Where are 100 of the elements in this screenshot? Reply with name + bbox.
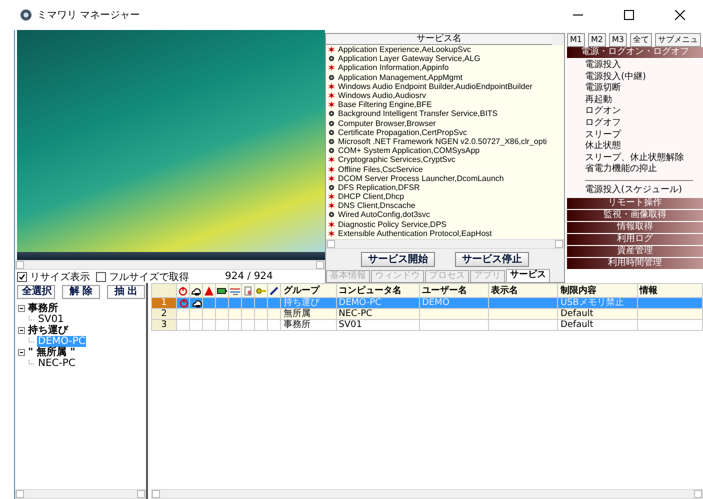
checkbox-label[interactable]: リサイズ表示 <box>30 270 90 284</box>
scroll-left-button[interactable] <box>16 490 24 498</box>
expander-icon[interactable] <box>18 327 25 334</box>
column-header[interactable]: 表示名 <box>488 284 558 298</box>
menu-section-header[interactable]: 電源・ログオン・ログオフ <box>567 47 703 59</box>
scroll-right-button[interactable] <box>137 490 145 498</box>
power-icon <box>178 286 188 296</box>
service-item[interactable]: Cryptographic Services,CryptSvc <box>338 155 456 164</box>
menu-section-header[interactable]: 資産管理 <box>567 246 703 258</box>
service-item[interactable]: Diagnostic Policy Service,DPS <box>338 220 446 229</box>
horizontal-scrollbar[interactable] <box>15 260 325 270</box>
tree-button[interactable]: 抽 出 <box>107 285 145 299</box>
service-item[interactable]: DFS Replication,DFSR <box>338 182 420 192</box>
horizontal-scrollbar[interactable] <box>326 239 564 249</box>
service-button[interactable]: サービス停止 <box>455 252 529 267</box>
column-header[interactable]: コンピュータ名 <box>336 284 420 298</box>
column-header[interactable]: 情報 <box>637 284 702 298</box>
tree-button[interactable]: 全選択 <box>17 285 55 299</box>
menu-item[interactable]: 省電力機能の抑止 <box>585 164 703 176</box>
menu-section-header[interactable]: リモート操作 <box>567 198 703 210</box>
column-header[interactable]: グループ <box>280 284 336 298</box>
menu-button[interactable]: 全て <box>630 33 652 47</box>
service-item[interactable]: Microsoft .NET Framework NGEN v2.0.50727_X86,clr_opti <box>338 136 547 146</box>
service-item[interactable]: Application Information,Appinfo <box>338 63 449 72</box>
menu-button[interactable]: サブメニュ <box>655 33 701 47</box>
tree-button[interactable]: 解 除 <box>62 285 100 299</box>
service-item[interactable]: Computer Browser,Browser <box>338 118 436 128</box>
menu-section-header[interactable]: 監視・画像取得 <box>567 210 703 222</box>
service-item[interactable]: Application Experience,AeLookupSvc <box>338 45 471 54</box>
table-row[interactable]: 3 事務所 SV01 Default <box>152 320 702 330</box>
menu-section-header[interactable]: 利用時間管理 <box>567 258 703 270</box>
column-header[interactable]: サービス名 <box>326 34 552 45</box>
service-item[interactable]: DNS Client,Dnscache <box>338 201 416 210</box>
column-header[interactable]: 制限内容 <box>558 284 638 298</box>
scroll-left-button[interactable] <box>152 490 160 498</box>
menu-item[interactable]: 電源切断 <box>585 83 703 95</box>
service-item[interactable]: Extensible Authentication Protocol,EapHost <box>338 228 492 238</box>
menu-section-header[interactable]: 情報取得 <box>567 222 703 234</box>
scroll-left-button[interactable] <box>16 261 24 269</box>
service-item[interactable]: Certificate Propagation,CertPropSvc <box>338 128 467 137</box>
key-icon <box>256 286 266 296</box>
cloud-icon <box>191 286 202 296</box>
service-item[interactable]: Base Filtering Engine,BFE <box>338 100 432 110</box>
menu-item[interactable]: スリープ、休止状態解除 <box>585 152 703 164</box>
table-cell: USBメモリ禁止 <box>558 298 638 308</box>
tree-item[interactable]: " 無所属 " <box>27 347 76 358</box>
tree-item[interactable]: 事務所 <box>27 303 59 314</box>
table-cell: NEC-PC <box>336 308 420 320</box>
service-item[interactable]: Application Layer Gateway Service,ALG <box>338 54 480 64</box>
checkbox[interactable] <box>96 272 106 282</box>
menu-button[interactable]: M2 <box>588 33 606 47</box>
service-button[interactable]: サービス開始 <box>361 252 435 267</box>
battery-icon <box>217 286 228 296</box>
service-item[interactable]: COM+ System Application,COMSysApp <box>338 146 480 156</box>
document-icon <box>243 286 254 296</box>
scroll-right-button[interactable] <box>555 240 563 248</box>
table-cell: SV01 <box>336 320 420 330</box>
expander-icon[interactable] <box>18 305 25 312</box>
power-icon <box>179 298 190 308</box>
service-item[interactable]: DCOM Server Process Launcher,DcomLaunch <box>338 174 504 183</box>
menu-item[interactable]: ログオン <box>585 106 703 118</box>
maximize-icon <box>624 10 634 20</box>
tree-line-icon <box>28 316 35 323</box>
scroll-right-button[interactable] <box>694 490 702 498</box>
scroll-right-button[interactable] <box>316 261 324 269</box>
menu-item[interactable]: 電源投入(スケジュール) <box>585 184 703 197</box>
menu-item[interactable]: 再起動 <box>585 94 703 106</box>
row-number: 2 <box>152 308 177 320</box>
menu-item[interactable]: 電源投入 <box>585 60 703 72</box>
service-item[interactable]: Application Management,AppMgmt <box>338 72 463 82</box>
checkbox[interactable] <box>17 272 27 282</box>
checkbox-label[interactable]: フルサイズで取得 <box>109 270 189 284</box>
service-item[interactable]: Windows Audio Endpoint Builder,AudioEndpointBuilder <box>338 82 532 91</box>
menu-item[interactable]: 電源投入(中継) <box>585 72 703 84</box>
service-item[interactable]: Offline Files,CscService <box>338 164 423 174</box>
table-row[interactable]: 2 無所属 NEC-PC Default <box>152 308 702 320</box>
table-cell: 持ち運び <box>280 298 336 308</box>
horizontal-scrollbar[interactable] <box>151 489 703 499</box>
tab[interactable]: サービス <box>506 269 550 282</box>
column-header[interactable]: ユーザー名 <box>419 284 489 298</box>
tree-item[interactable]: NEC-PC <box>37 358 76 369</box>
cloud-icon <box>192 298 202 308</box>
scroll-left-button[interactable] <box>327 240 335 248</box>
menu-button[interactable]: M3 <box>609 33 627 47</box>
service-item[interactable]: Wired AutoConfig,dot3svc <box>338 210 430 220</box>
row-number: 1 <box>152 298 177 308</box>
tree-item[interactable]: SV01 <box>37 314 65 325</box>
expander-icon[interactable] <box>18 349 25 356</box>
menu-section-header[interactable]: 利用ログ <box>567 234 703 246</box>
menu-item[interactable]: 休止状態 <box>585 141 703 153</box>
table-cell: 無所属 <box>280 308 336 320</box>
horizontal-scrollbar[interactable] <box>15 489 146 499</box>
tree-item[interactable]: 持ち運び <box>27 325 69 336</box>
service-item[interactable]: DHCP Client,Dhcp <box>338 192 404 202</box>
menu-item[interactable]: ログオフ <box>585 118 703 130</box>
menu-button[interactable]: M1 <box>567 33 585 47</box>
menu-item[interactable]: スリープ <box>585 130 703 142</box>
service-item[interactable]: Windows Audio,Audiosrv <box>338 91 426 100</box>
app-icon <box>20 9 32 21</box>
service-item[interactable]: Background Intelligent Transfer Service,BITS <box>338 109 498 118</box>
